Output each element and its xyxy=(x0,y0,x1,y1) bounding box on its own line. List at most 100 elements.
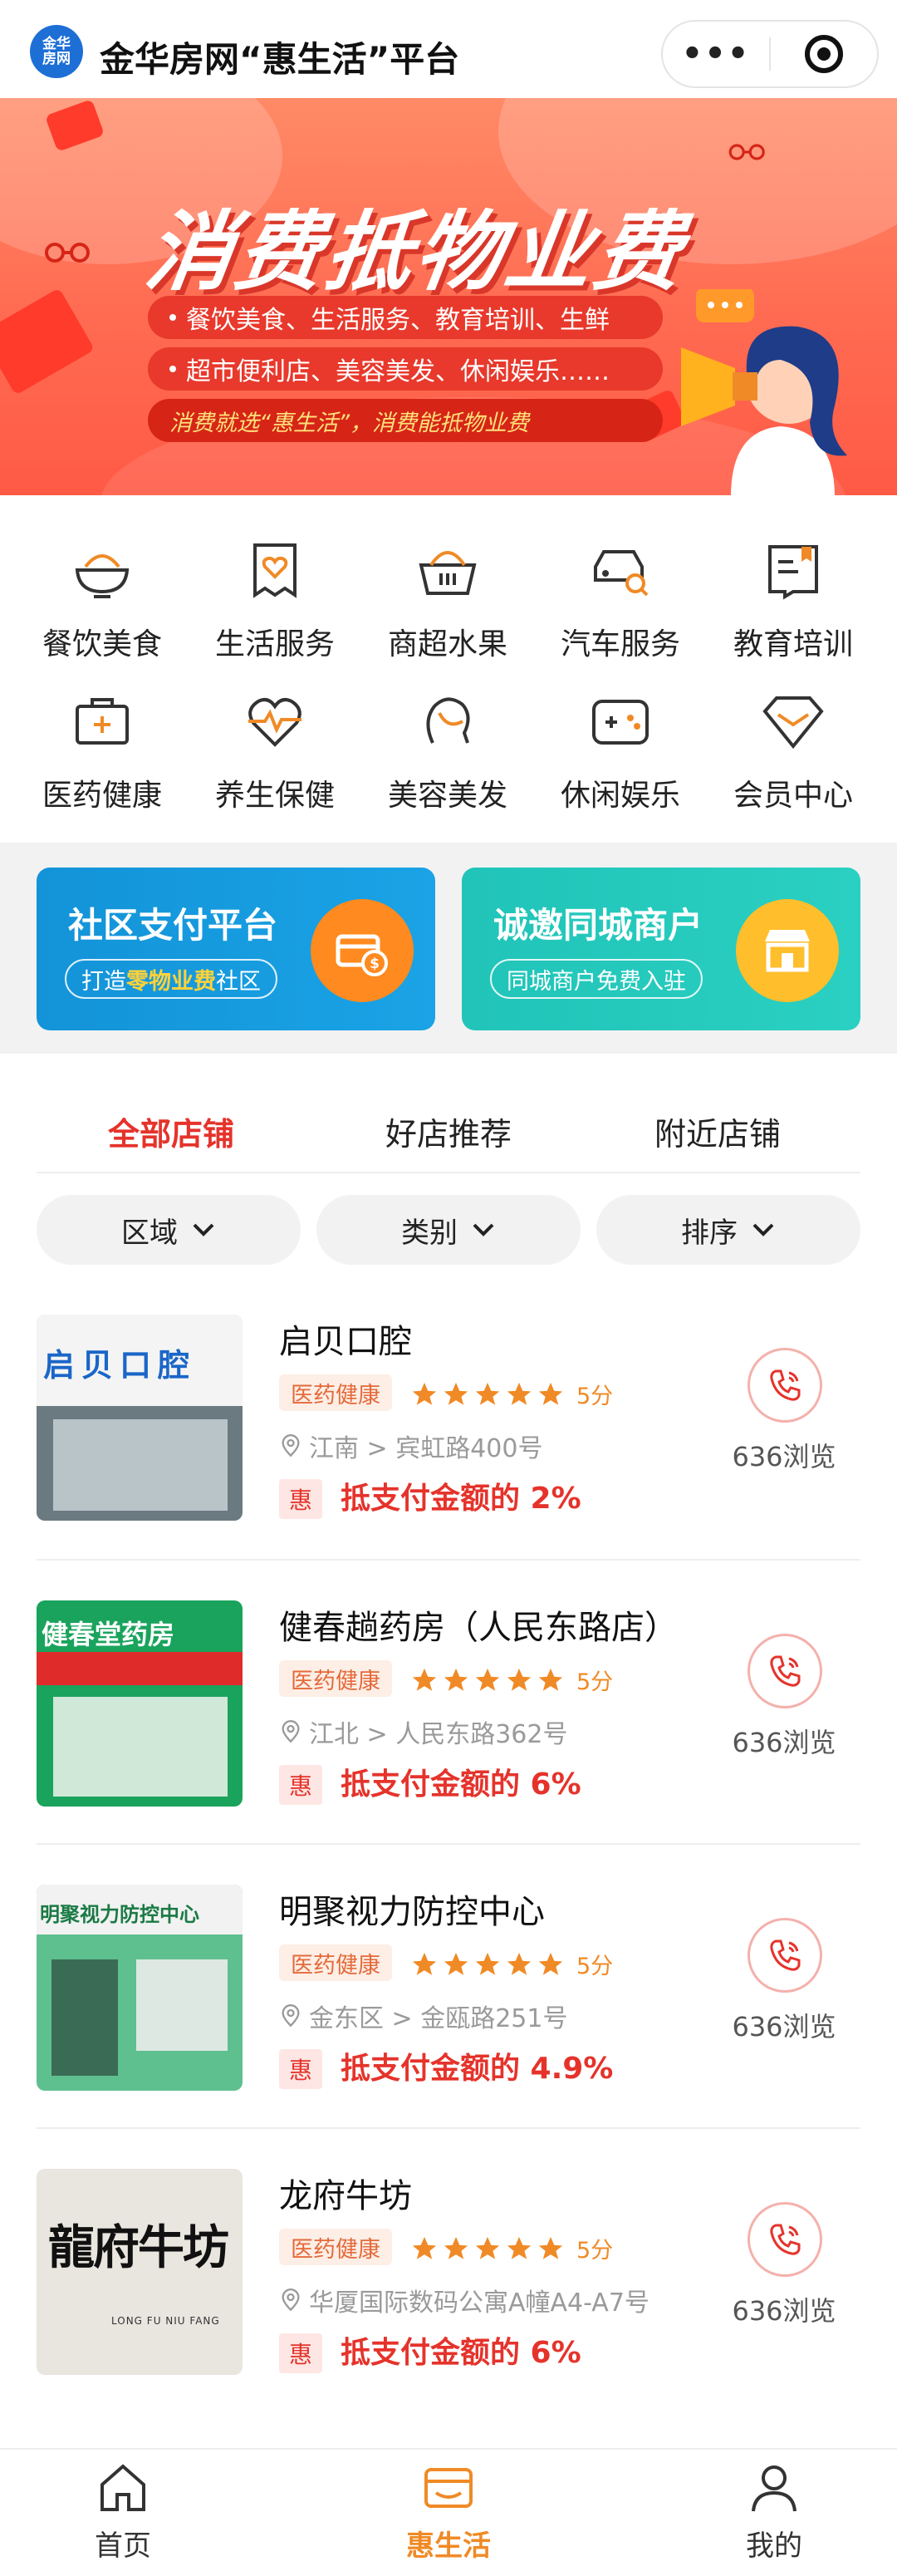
nav-label: 我的 xyxy=(746,2529,802,2563)
star-icon xyxy=(412,2236,437,2259)
storefront-icon xyxy=(736,899,839,1002)
banner-headline: 消费抵物业费 xyxy=(140,201,693,302)
diamond-icon xyxy=(762,696,824,750)
store-item[interactable]: 健春堂药房 健春趟药房（人民东路店） 医药健康 5分 江北 > 人民东路362号… xyxy=(37,1600,860,1883)
call-button[interactable] xyxy=(748,1634,822,1708)
merchant-invite-card[interactable]: 诚邀同城商户 同城商户免费入驻 xyxy=(462,868,860,1030)
face-icon xyxy=(426,697,470,744)
discount-badge: 惠 xyxy=(279,2049,322,2089)
store-thumbnail: 明聚视力防控中心 xyxy=(37,1885,243,2091)
nav-label: 惠生活 xyxy=(406,2529,491,2563)
store-item[interactable]: 启贝口腔 启贝口腔 医药健康 5分 江南 > 宾虹路400号 惠 抵支付金额的 … xyxy=(37,1315,860,1597)
filter-category[interactable]: 类别 xyxy=(316,1195,581,1265)
category-wellness[interactable]: 养生保健 xyxy=(189,688,360,829)
call-button[interactable] xyxy=(748,1918,822,1993)
view-count: 636浏览 xyxy=(732,1727,836,1758)
nav-label: 首页 xyxy=(95,2529,151,2563)
app-logo: 金华 房网 xyxy=(30,25,83,78)
star-icon xyxy=(475,1668,500,1691)
logo-text-line2: 房网 xyxy=(42,51,71,67)
red-envelope-icon xyxy=(0,288,96,396)
megaphone-woman-illustration xyxy=(681,289,847,495)
wallet-icon xyxy=(424,2468,473,2508)
tab-recommended[interactable]: 好店推荐 xyxy=(385,1109,512,1154)
view-count: 636浏览 xyxy=(732,2295,836,2327)
star-icon xyxy=(412,1382,437,1405)
more-options-button[interactable]: ••• xyxy=(663,37,769,71)
star-icon xyxy=(507,1668,532,1691)
promo-banner[interactable]: 消费抵物业费 餐饮美食、生活服务、教育培训、生鲜 超市便利店、美容美发、休闲娱乐… xyxy=(0,98,897,495)
nav-hui-life[interactable]: 惠生活 xyxy=(365,2458,532,2564)
category-label: 美容美发 xyxy=(387,779,507,813)
category-member-center[interactable]: 会员中心 xyxy=(708,688,879,829)
tab-nearby[interactable]: 附近店铺 xyxy=(654,1109,781,1154)
call-button[interactable] xyxy=(748,1348,822,1423)
category-label: 汽车服务 xyxy=(560,627,680,661)
call-button[interactable] xyxy=(748,2202,822,2277)
medical-kit-icon xyxy=(76,698,129,745)
store-item[interactable]: 龍府牛坊 LONG FU NIU FANG 龙府牛坊 医药健康 5分 华厦国际数… xyxy=(37,2169,860,2451)
rebate-text: 抵支付金额的 6% xyxy=(341,1767,581,1802)
star-rating: 5分 xyxy=(410,1664,613,1696)
banner-line-2: 超市便利店、美容美发、休闲娱乐…… xyxy=(148,347,663,391)
car-search-icon xyxy=(594,550,649,597)
star-rating: 5分 xyxy=(410,2232,613,2264)
category-label: 商超水果 xyxy=(387,627,507,661)
category-car-service[interactable]: 汽车服务 xyxy=(535,537,706,678)
store-thumbnail: 启贝口腔 xyxy=(37,1315,243,1521)
nav-mine[interactable]: 我的 xyxy=(691,2458,857,2564)
category-tag: 医药健康 xyxy=(279,1374,392,1411)
home-icon xyxy=(100,2464,145,2511)
target-icon xyxy=(804,35,843,73)
phone-icon xyxy=(770,1939,801,1971)
category-label: 医药健康 xyxy=(42,779,162,813)
location-pin-icon xyxy=(282,2288,300,2312)
rebate-text: 抵支付金额的 6% xyxy=(341,2336,581,2370)
category-life-service[interactable]: 生活服务 xyxy=(189,537,360,678)
category-medical[interactable]: 医药健康 xyxy=(17,688,188,829)
star-rating: 5分 xyxy=(410,1948,613,1980)
star-rating: 5分 xyxy=(410,1378,613,1410)
store-name: 龙府牛坊 xyxy=(279,2177,412,2215)
bottom-navigation: 首页 惠生活 我的 xyxy=(0,2448,897,2576)
store-thumbnail: 龍府牛坊 LONG FU NIU FANG xyxy=(37,2169,243,2375)
category-food[interactable]: 餐饮美食 xyxy=(17,537,188,678)
tab-all-stores[interactable]: 全部店铺 xyxy=(108,1109,234,1154)
filter-label: 排序 xyxy=(681,1216,738,1250)
store-item[interactable]: 明聚视力防控中心 明聚视力防控中心 医药健康 5分 金东区 > 金瓯路251号 … xyxy=(37,1885,860,2167)
category-education[interactable]: 教育培训 xyxy=(708,537,879,678)
close-mini-program-button[interactable] xyxy=(771,35,877,73)
community-payment-card[interactable]: 社区支付平台 打造 零物业费 社区 $ xyxy=(37,868,435,1030)
category-supermarket[interactable]: 商超水果 xyxy=(362,537,533,678)
star-icon xyxy=(507,2236,532,2259)
star-icon xyxy=(538,1382,563,1405)
heart-receipt-icon xyxy=(253,543,297,598)
location-pin-icon xyxy=(282,1434,300,1458)
star-icon xyxy=(444,2236,468,2259)
star-icon xyxy=(412,1952,437,1975)
category-beauty[interactable]: 美容美发 xyxy=(362,688,533,829)
filter-region[interactable]: 区域 xyxy=(37,1195,301,1265)
store-address: 江南 > 宾虹路400号 xyxy=(279,1428,542,1464)
store-thumbnail: 健春堂药房 xyxy=(37,1600,243,1807)
banner-line-1: 餐饮美食、生活服务、教育培训、生鲜 xyxy=(148,296,663,339)
location-pin-icon xyxy=(282,2004,300,2028)
merchant-card-title: 诚邀同城商户 xyxy=(493,905,703,946)
nav-home[interactable]: 首页 xyxy=(40,2458,206,2564)
store-address: 江北 > 人民东路362号 xyxy=(279,1713,567,1750)
star-icon xyxy=(538,2236,563,2259)
category-entertainment[interactable]: 休闲娱乐 xyxy=(535,688,706,829)
star-icon xyxy=(444,1668,468,1691)
category-label: 生活服务 xyxy=(214,627,335,661)
filter-sort[interactable]: 排序 xyxy=(596,1195,860,1265)
store-name: 明聚视力防控中心 xyxy=(279,1893,545,1931)
user-icon xyxy=(752,2465,797,2512)
banner-slogan: 消费就选“惠生活”，消费能抵物业费 xyxy=(148,399,663,442)
star-icon xyxy=(538,1668,563,1691)
svg-text:$: $ xyxy=(370,956,380,972)
discount-badge: 惠 xyxy=(279,1765,322,1805)
community-card-subtitle: 打造 零物业费 社区 xyxy=(65,959,277,999)
rebate-text: 抵支付金额的 4.9% xyxy=(341,2052,614,2086)
star-icon xyxy=(444,1952,468,1975)
rating-score: 5分 xyxy=(576,2238,614,2264)
